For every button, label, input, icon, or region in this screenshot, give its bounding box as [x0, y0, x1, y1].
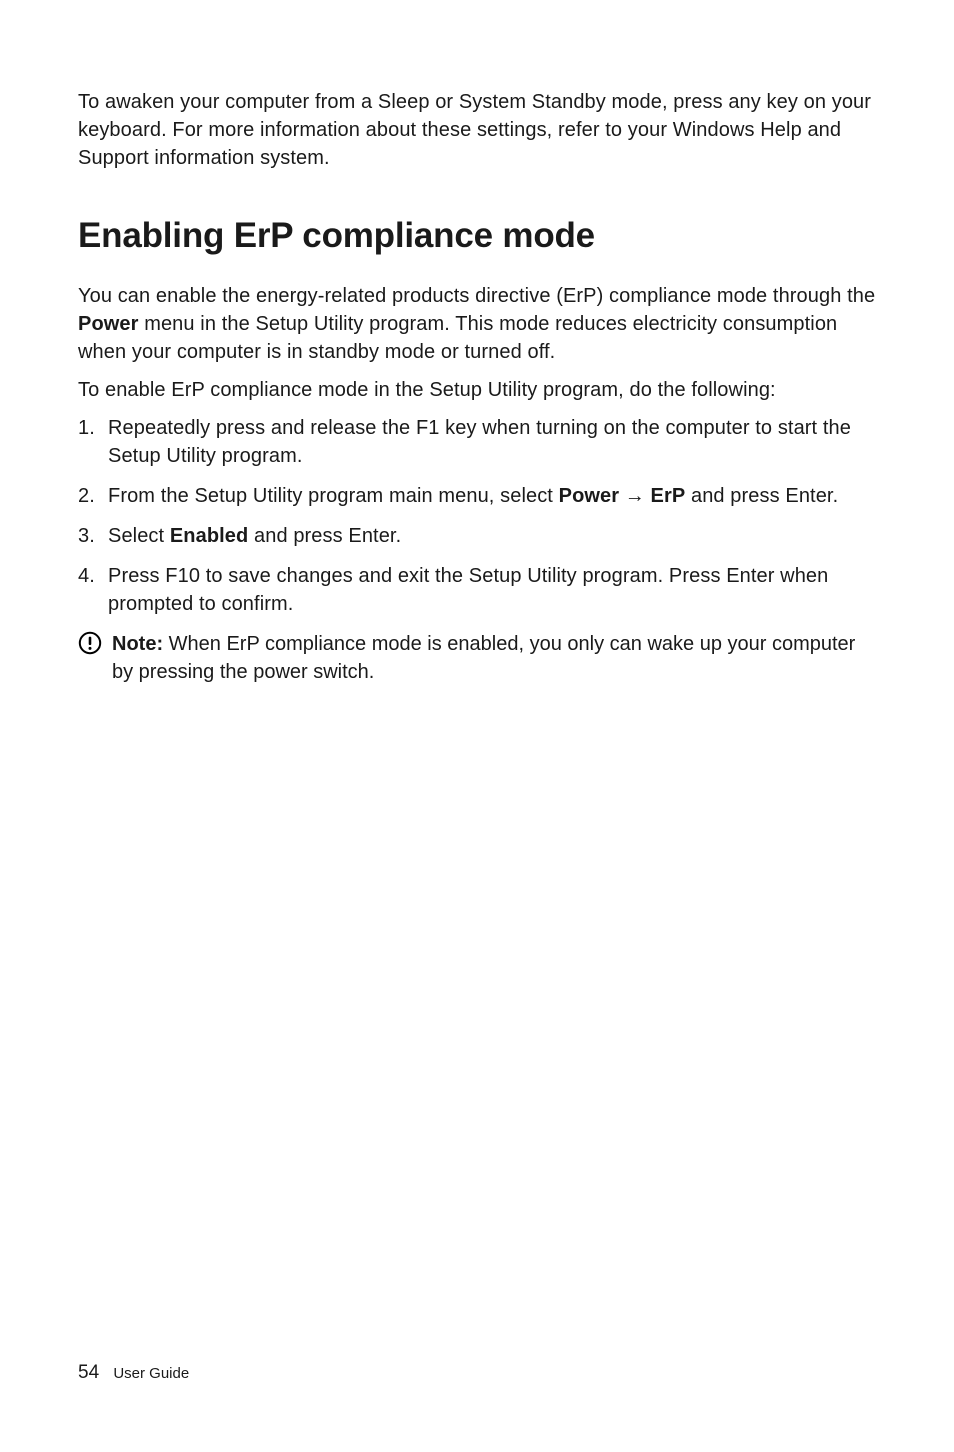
info-icon — [78, 631, 102, 660]
bold-text-enabled: Enabled — [170, 525, 249, 547]
footer-title: User Guide — [113, 1365, 189, 1382]
text-run: You can enable the energy-related produc… — [78, 285, 875, 307]
text-run: and press Enter. — [685, 485, 838, 507]
body-paragraph-1: You can enable the energy-related produc… — [78, 282, 876, 366]
note-text: Note: When ErP compliance mode is enable… — [112, 630, 876, 686]
step-item-4: Press F10 to save changes and exit the S… — [78, 562, 876, 618]
intro-paragraph: To awaken your computer from a Sleep or … — [78, 88, 876, 172]
note-body: When ErP compliance mode is enabled, you… — [112, 633, 855, 683]
steps-list: Repeatedly press and release the F1 key … — [78, 414, 876, 618]
body-paragraph-2: To enable ErP compliance mode in the Set… — [78, 376, 876, 404]
bold-text-power-erp: Power → ErP — [559, 485, 686, 507]
text-run: menu in the Setup Utility program. This … — [78, 313, 837, 363]
text-run: and press Enter. — [248, 525, 401, 547]
note-label: Note: — [112, 633, 163, 655]
bold-text-power: Power — [78, 313, 139, 335]
section-heading: Enabling ErP compliance mode — [78, 216, 876, 256]
step-item-1: Repeatedly press and release the F1 key … — [78, 414, 876, 470]
page-footer: 54 User Guide — [78, 1362, 189, 1384]
note-block: Note: When ErP compliance mode is enable… — [78, 630, 876, 686]
step-item-2: From the Setup Utility program main menu… — [78, 482, 876, 510]
text-run: From the Setup Utility program main menu… — [108, 485, 559, 507]
step-text: Repeatedly press and release the F1 key … — [108, 417, 851, 467]
step-item-3: Select Enabled and press Enter. — [78, 522, 876, 550]
page-number: 54 — [78, 1362, 99, 1383]
step-text: Press F10 to save changes and exit the S… — [108, 565, 828, 615]
document-page: To awaken your computer from a Sleep or … — [0, 0, 954, 686]
text-run: Select — [108, 525, 170, 547]
